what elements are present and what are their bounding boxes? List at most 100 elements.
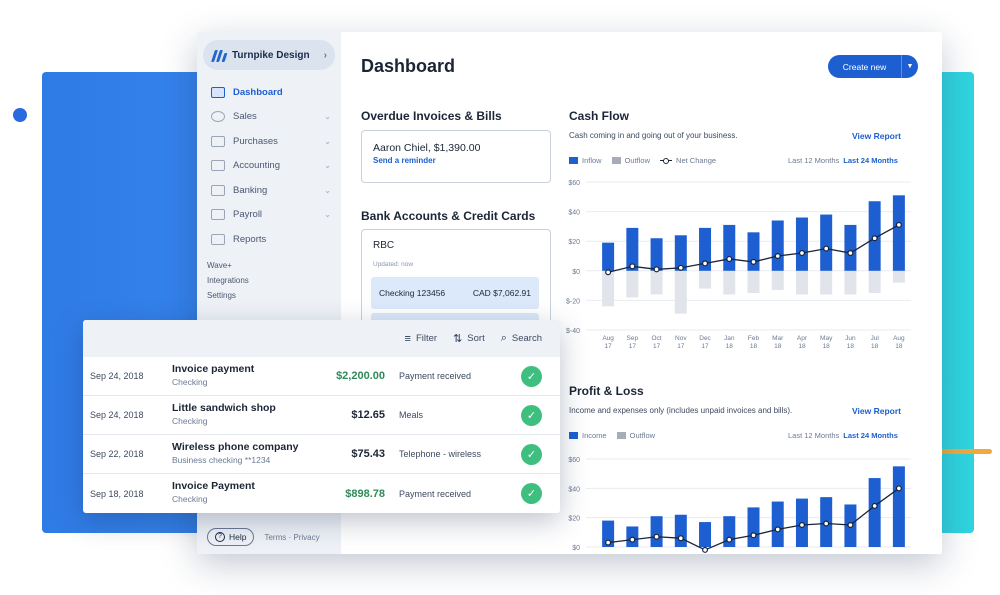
net-change-point — [653, 533, 660, 540]
sidebar-item-payroll[interactable]: Payroll ⌄ — [197, 203, 341, 228]
legend-label: Net Change — [676, 156, 717, 165]
x-tick-label: 18 — [895, 343, 903, 350]
business-switcher[interactable]: Turnpike Design › — [203, 40, 335, 70]
net-change-point — [895, 485, 902, 492]
filter-icon: ≡ — [404, 332, 411, 345]
table-row[interactable]: Sep 18, 2018 Invoice Payment Checking $898.… — [83, 474, 560, 513]
transaction-category[interactable]: Payment received — [399, 489, 471, 499]
legend-net-change[interactable]: Net Change — [660, 156, 716, 165]
create-new-button[interactable]: Create new ▼ — [828, 55, 918, 78]
bar-outflow — [626, 270, 639, 298]
sidebar-item-dashboard[interactable]: Dashboard — [197, 80, 341, 105]
legend-inflow[interactable]: Inflow — [569, 156, 602, 165]
legend-outflow[interactable]: Outflow — [616, 431, 656, 440]
sort-button[interactable]: ⇅ Sort — [453, 332, 485, 345]
y-tick-label: $0 — [572, 545, 580, 552]
y-tick-label: $-40 — [566, 328, 580, 335]
table-row[interactable]: Sep 24, 2018 Invoice payment Checking $2,20… — [83, 357, 560, 396]
table-row[interactable]: Sep 24, 2018 Little sandwich shop Checking… — [83, 396, 560, 435]
decorative-line — [936, 449, 992, 454]
transaction-category[interactable]: Payment received — [399, 371, 471, 381]
legend-label: Outflow — [629, 431, 656, 440]
outflow-swatch — [616, 432, 626, 439]
range-24-months[interactable]: Last 24 Months — [843, 431, 898, 440]
bar-outflow — [747, 270, 760, 293]
y-tick-label: $20 — [568, 239, 580, 246]
net-change-point — [702, 260, 709, 267]
table-row[interactable]: Sep 22, 2018 Wireless phone company Busine… — [83, 435, 560, 474]
cashflow-view-report-link[interactable]: View Report — [852, 131, 901, 141]
sidebar-link-settings[interactable]: Settings — [197, 288, 341, 303]
x-tick-label: 17 — [677, 343, 685, 350]
bar-outflow — [723, 270, 736, 295]
range-12-months[interactable]: Last 12 Months — [788, 156, 839, 165]
sidebar-item-accounting[interactable]: Accounting ⌄ — [197, 154, 341, 179]
business-name: Turnpike Design — [232, 49, 310, 61]
check-circle-icon[interactable]: ✓ — [521, 404, 542, 426]
profit-loss-view-report-link[interactable]: View Report — [852, 406, 901, 416]
check-circle-icon[interactable]: ✓ — [521, 443, 542, 465]
transaction-description: Invoice Payment Checking — [172, 480, 255, 504]
sidebar-link-integrations[interactable]: Integrations — [197, 273, 341, 288]
net-change-point — [847, 521, 854, 528]
transaction-amount: $2,200.00 — [336, 370, 385, 382]
decorative-dot — [13, 108, 27, 122]
search-button[interactable]: ⌕ Search — [501, 332, 542, 345]
transaction-title: Invoice payment — [172, 363, 255, 375]
bank-account-row[interactable]: Checking 123456 CAD $7,062.91 — [371, 277, 539, 309]
sidebar-link-wave-plus[interactable]: Wave+ — [197, 258, 341, 273]
x-tick-label: 17 — [604, 343, 612, 350]
create-new-label: Create new — [842, 61, 887, 72]
chevron-down-icon: ⌄ — [324, 210, 331, 220]
dashboard-icon — [211, 86, 225, 98]
y-tick-label: $20 — [568, 516, 580, 523]
overdue-title: Overdue Invoices & Bills — [361, 109, 502, 123]
transaction-amount: $12.65 — [351, 409, 385, 421]
chevron-down-icon: ⌄ — [324, 185, 331, 195]
net-change-point — [605, 539, 612, 546]
bar-inflow — [771, 501, 784, 547]
net-change-swatch — [660, 157, 673, 164]
sidebar-item-banking[interactable]: Banking ⌄ — [197, 178, 341, 203]
net-change-point — [726, 255, 733, 262]
account-name: Checking 123456 — [379, 288, 446, 298]
legend-income[interactable]: Income — [569, 431, 607, 440]
transaction-account: Checking — [172, 416, 208, 426]
bank-updated: Updated: now — [373, 261, 414, 268]
net-change-point — [605, 269, 612, 276]
net-change-point — [750, 532, 757, 539]
net-change-point — [653, 266, 660, 273]
bar-inflow — [795, 217, 808, 271]
sidebar-item-reports[interactable]: Reports — [197, 227, 341, 252]
range-12-months[interactable]: Last 12 Months — [788, 431, 839, 440]
sidebar-item-label: Sales — [233, 111, 257, 123]
legend-outflow[interactable]: Outflow — [611, 156, 650, 165]
bank-accounts-title: Bank Accounts & Credit Cards — [361, 209, 536, 223]
sidebar-footer: ? Help Terms · Privacy — [207, 528, 320, 546]
net-change-point — [750, 258, 757, 265]
chevron-down-icon[interactable]: ▼ — [901, 55, 918, 78]
check-circle-icon[interactable]: ✓ — [521, 483, 542, 504]
bar-inflow — [892, 195, 905, 271]
filter-button[interactable]: ≡ Filter — [405, 333, 438, 345]
net-change-point — [774, 526, 781, 533]
privacy-link[interactable]: Privacy — [293, 533, 319, 542]
check-circle-icon[interactable]: ✓ — [521, 365, 542, 387]
net-change-point — [677, 535, 684, 542]
terms-link[interactable]: Terms — [264, 533, 286, 542]
sidebar-item-purchases[interactable]: Purchases ⌄ — [197, 129, 341, 154]
sidebar-item-sales[interactable]: Sales ⌄ — [197, 105, 341, 130]
net-change-point — [726, 536, 733, 543]
separator-dot: · — [286, 532, 294, 542]
transaction-category[interactable]: Telephone - wireless — [399, 449, 481, 459]
bar-outflow — [771, 270, 784, 291]
send-reminder-link[interactable]: Send a reminder — [373, 156, 436, 165]
profit-loss-legend: Income Outflow — [569, 431, 665, 440]
net-change-point — [895, 221, 902, 228]
bank-name: RBC — [373, 240, 395, 251]
x-tick-label: May — [820, 335, 833, 342]
range-24-months[interactable]: Last 24 Months — [843, 156, 898, 165]
transaction-date: Sep 22, 2018 — [90, 449, 144, 459]
transaction-category[interactable]: Meals — [399, 410, 423, 420]
help-button[interactable]: ? Help — [207, 528, 255, 546]
